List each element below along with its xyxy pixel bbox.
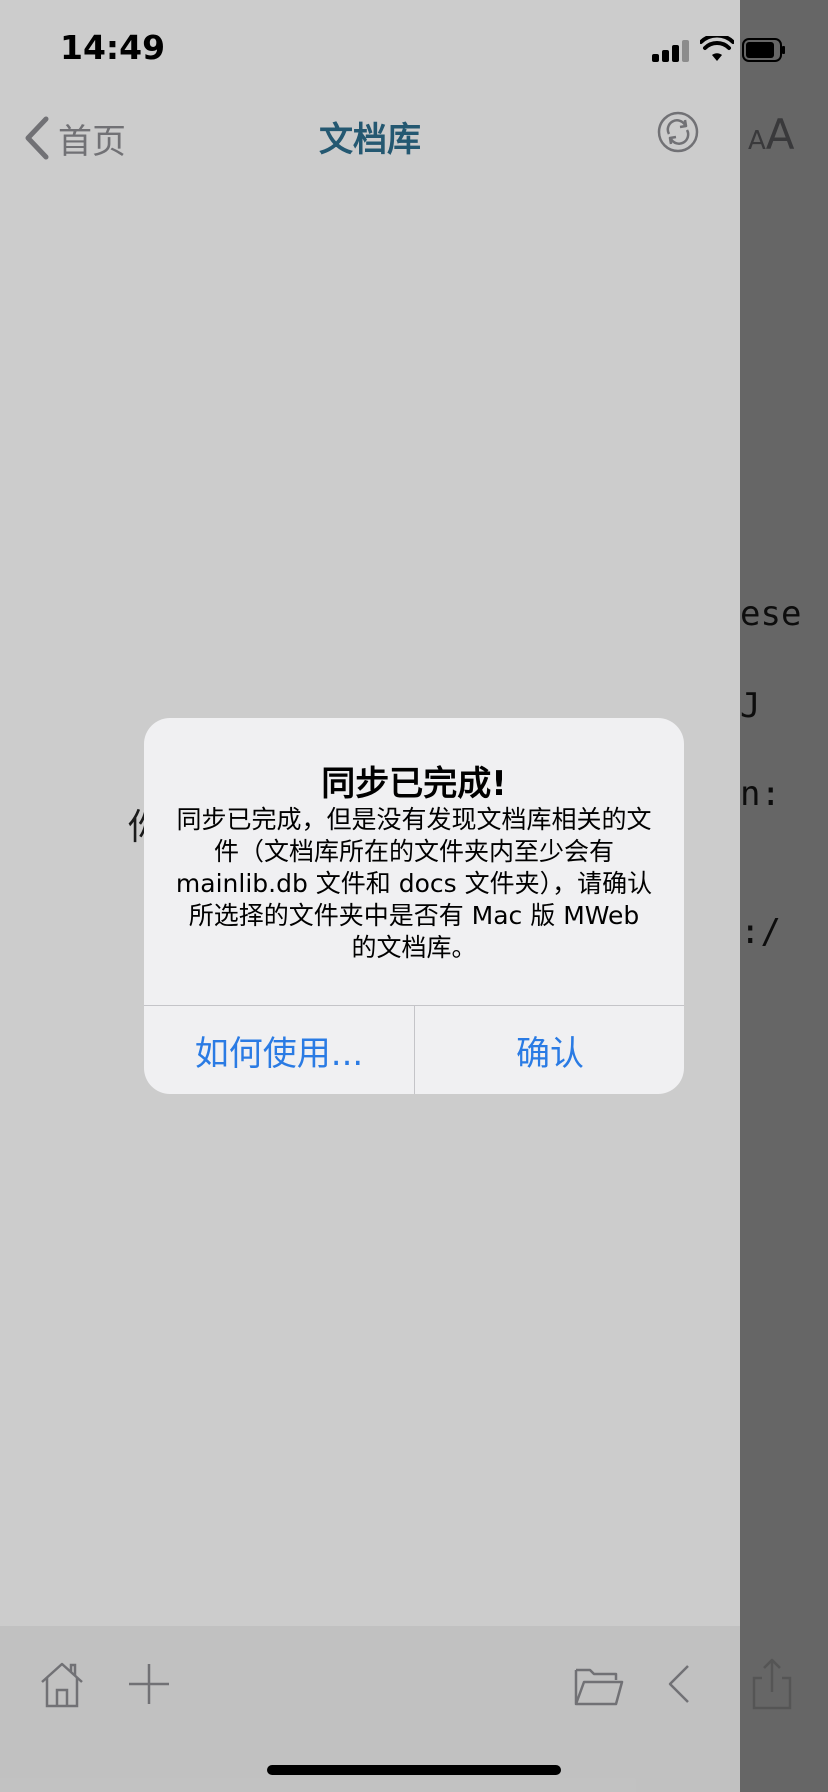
alert-message: 同步已完成，但是没有发现文档库相关的文件（文档库所在的文件夹内至少会有 main… [175,805,653,962]
confirm-button[interactable]: 确认 [415,1006,684,1094]
home-indicator[interactable] [267,1765,561,1775]
alert-title: 同步已完成! [321,764,507,804]
sync-complete-alert: 同步已完成! 同步已完成，但是没有发现文档库相关的文件（文档库所在的文件夹内至少… [144,718,684,1094]
battery-icon [742,38,785,62]
share-icon[interactable] [744,1656,800,1712]
side-panel-backdrop [740,0,828,1792]
how-to-use-button[interactable]: 如何使用... [144,1006,414,1094]
